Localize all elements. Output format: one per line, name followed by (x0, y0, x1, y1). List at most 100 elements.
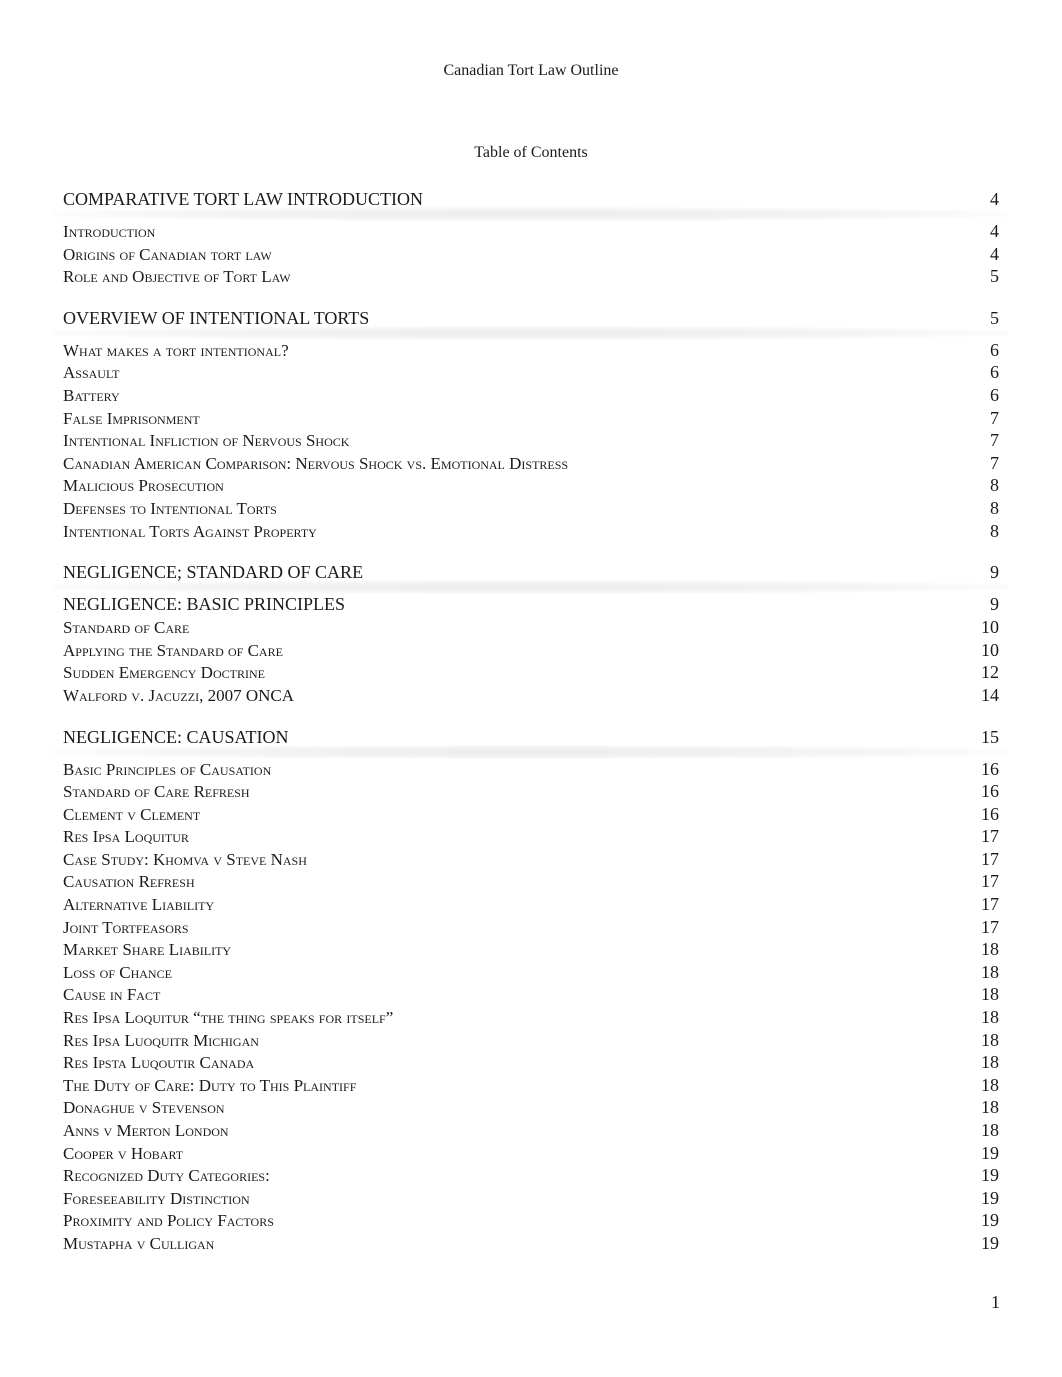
entry-page: 18 (981, 1029, 999, 1050)
toc-entry[interactable]: Walford v. Jacuzzi, 2007 ONCA 14 (63, 684, 999, 707)
toc-entry[interactable]: Causation Refresh 17 (63, 870, 999, 893)
entry-label: Walford v. Jacuzzi, 2007 ONCA (63, 685, 294, 705)
entry-label: Cooper v Hobart (63, 1143, 184, 1163)
entry-page: 17 (981, 871, 999, 892)
entry-label: Foreseeability Distinction (63, 1188, 250, 1208)
toc-entry[interactable]: Proximity and Policy Factors 19 (63, 1209, 999, 1232)
document-header: Canadian Tort Law Outline (0, 60, 1062, 90)
toc-subsection-heading[interactable]: NEGLIGENCE: BASIC PRINCIPLES 9 (63, 593, 999, 616)
section-title: OVERVIEW OF INTENTIONAL TORTS (63, 307, 370, 328)
entry-label: The Duty of Care: Duty to This Plaintiff (63, 1075, 357, 1095)
toc-section: NEGLIGENCE: CAUSATION 15 Basic Principle… (53, 724, 1009, 1255)
toc-entry[interactable]: Intentional Torts Against Property 8 (63, 520, 999, 543)
toc-section: COMPARATIVE TORT LAW INTRODUCTION 4 Intr… (53, 186, 1009, 288)
entry-page: 7 (990, 452, 999, 473)
toc-section-heading[interactable]: OVERVIEW OF INTENTIONAL TORTS 5 (53, 305, 1009, 340)
entry-label: Market Share Liability (63, 940, 232, 960)
toc-heading: Table of Contents (474, 144, 588, 161)
entry-label: Intentional Torts Against Property (63, 521, 317, 541)
entry-label: Donaghue v Stevenson (63, 1098, 225, 1118)
entry-label: Standard of Care (63, 618, 190, 638)
entry-label: Case Study: Khomva v Steve Nash (63, 849, 307, 869)
entry-label: Res Ipsa Luoquitr Michigan (63, 1030, 259, 1050)
entry-page: 16 (981, 781, 999, 802)
entry-page: 8 (990, 520, 999, 541)
toc-entry[interactable]: Battery 6 (63, 384, 999, 407)
entry-label: Intentional Infliction of Nervous Shock (63, 431, 350, 451)
entry-page: 17 (981, 916, 999, 937)
toc-entry[interactable]: Defenses to Intentional Torts 8 (63, 497, 999, 520)
entry-page: 18 (981, 984, 999, 1005)
toc-entry[interactable]: Assault 6 (63, 361, 999, 384)
toc-entry[interactable]: Basic Principles of Causation 16 (63, 758, 999, 781)
entry-page: 18 (981, 1007, 999, 1028)
entry-label: Res Ipsa Loquitur “the thing speaks for … (63, 1008, 394, 1028)
entry-page: 18 (981, 1097, 999, 1118)
toc-entry[interactable]: Intentional Infliction of Nervous Shock 7 (63, 429, 999, 452)
section-page: 4 (990, 189, 999, 209)
entry-label: Standard of Care Refresh (63, 782, 250, 802)
entry-label: Cause in Fact (63, 985, 161, 1005)
toc-entry[interactable]: Res Ipsa Loquitur 17 (63, 825, 999, 848)
toc-entry[interactable]: The Duty of Care: Duty to This Plaintiff… (63, 1074, 999, 1097)
entry-page: 19 (981, 1187, 999, 1208)
table-of-contents: COMPARATIVE TORT LAW INTRODUCTION 4 Intr… (53, 186, 1009, 1255)
toc-entry[interactable]: Res Ipsa Loquitur “the thing speaks for … (63, 1006, 999, 1029)
toc-section: NEGLIGENCE; STANDARD OF CARE 9 NEGLIGENC… (53, 559, 1009, 707)
entry-label: Battery (63, 385, 120, 405)
toc-entry[interactable]: Introduction 4 (63, 220, 999, 243)
toc-entry[interactable]: Case Study: Khomva v Steve Nash 17 (63, 848, 999, 871)
entry-label: Introduction (63, 222, 156, 241)
toc-entry[interactable]: False Imprisonment 7 (63, 407, 999, 430)
entry-label: What makes a tort intentional? (63, 340, 289, 360)
toc-entry[interactable]: Donaghue v Stevenson 18 (63, 1096, 999, 1119)
toc-entry[interactable]: Foreseeability Distinction 19 (63, 1187, 999, 1210)
toc-entry[interactable]: Standard of Care 10 (63, 616, 999, 639)
toc-entry[interactable]: Sudden Emergency Doctrine 12 (63, 661, 999, 684)
toc-entry[interactable]: Standard of Care Refresh 16 (63, 780, 999, 803)
toc-section-heading[interactable]: NEGLIGENCE: CAUSATION 15 (53, 724, 1009, 759)
entry-label: Sudden Emergency Doctrine (63, 663, 265, 683)
entry-page: 17 (981, 826, 999, 847)
toc-entry[interactable]: Origins of Canadian tort law 4 (63, 243, 999, 266)
toc-entry[interactable]: Res Ipsta Luqoutir Canada 18 (63, 1051, 999, 1074)
toc-section-heading[interactable]: COMPARATIVE TORT LAW INTRODUCTION 4 (53, 186, 1009, 221)
toc-entry[interactable]: Joint Tortfeasors 17 (63, 916, 999, 939)
toc-entry[interactable]: Role and Objective of Tort Law 5 (63, 265, 999, 288)
toc-section-heading[interactable]: NEGLIGENCE; STANDARD OF CARE 9 (53, 559, 1009, 595)
toc-entry[interactable]: Loss of Chance 18 (63, 961, 999, 984)
toc-entry[interactable]: Alternative Liability 17 (63, 893, 999, 916)
subsection-page: 9 (990, 594, 999, 615)
entry-page: 4 (990, 221, 999, 241)
toc-entry[interactable]: Cause in Fact 18 (63, 983, 999, 1006)
toc-entry[interactable]: Market Share Liability 18 (63, 938, 999, 961)
toc-entry[interactable]: Anns v Merton London 18 (63, 1119, 999, 1142)
toc-entry[interactable]: Malicious Prosecution 8 (63, 474, 999, 497)
toc-entry[interactable]: Mustapha v Culligan 19 (63, 1232, 999, 1255)
entry-page: 19 (981, 1232, 999, 1253)
toc-entry[interactable]: Res Ipsa Luoquitr Michigan 18 (63, 1029, 999, 1052)
entry-page: 10 (981, 617, 999, 638)
entry-page: 8 (990, 475, 999, 496)
toc-entry[interactable]: What makes a tort intentional? 6 (63, 339, 999, 362)
entry-label: False Imprisonment (63, 408, 200, 428)
entry-page: 18 (981, 961, 999, 982)
entry-page: 6 (990, 339, 999, 360)
toc-entry[interactable]: Canadian American Comparison: Nervous Sh… (63, 452, 999, 475)
entry-page: 19 (981, 1210, 999, 1231)
entry-page: 18 (981, 939, 999, 960)
entry-label: Applying the Standard of Care (63, 640, 283, 660)
entry-page: 16 (981, 803, 999, 824)
entry-label: Joint Tortfeasors (63, 917, 189, 937)
entry-label: Proximity and Policy Factors (63, 1211, 274, 1231)
toc-entry[interactable]: Applying the Standard of Care 10 (63, 639, 999, 662)
toc-entry[interactable]: Clement v Clement 16 (63, 803, 999, 826)
entry-label: Recognized Duty Categories: (63, 1166, 270, 1186)
entry-label: Loss of Chance (63, 962, 172, 982)
toc-entry[interactable]: Recognized Duty Categories: 19 (63, 1164, 999, 1187)
entry-label: Causation Refresh (63, 872, 195, 892)
section-page: 15 (981, 726, 999, 747)
entry-page: 18 (981, 1074, 999, 1095)
entry-page: 12 (981, 662, 999, 683)
toc-entry[interactable]: Cooper v Hobart 19 (63, 1142, 999, 1165)
